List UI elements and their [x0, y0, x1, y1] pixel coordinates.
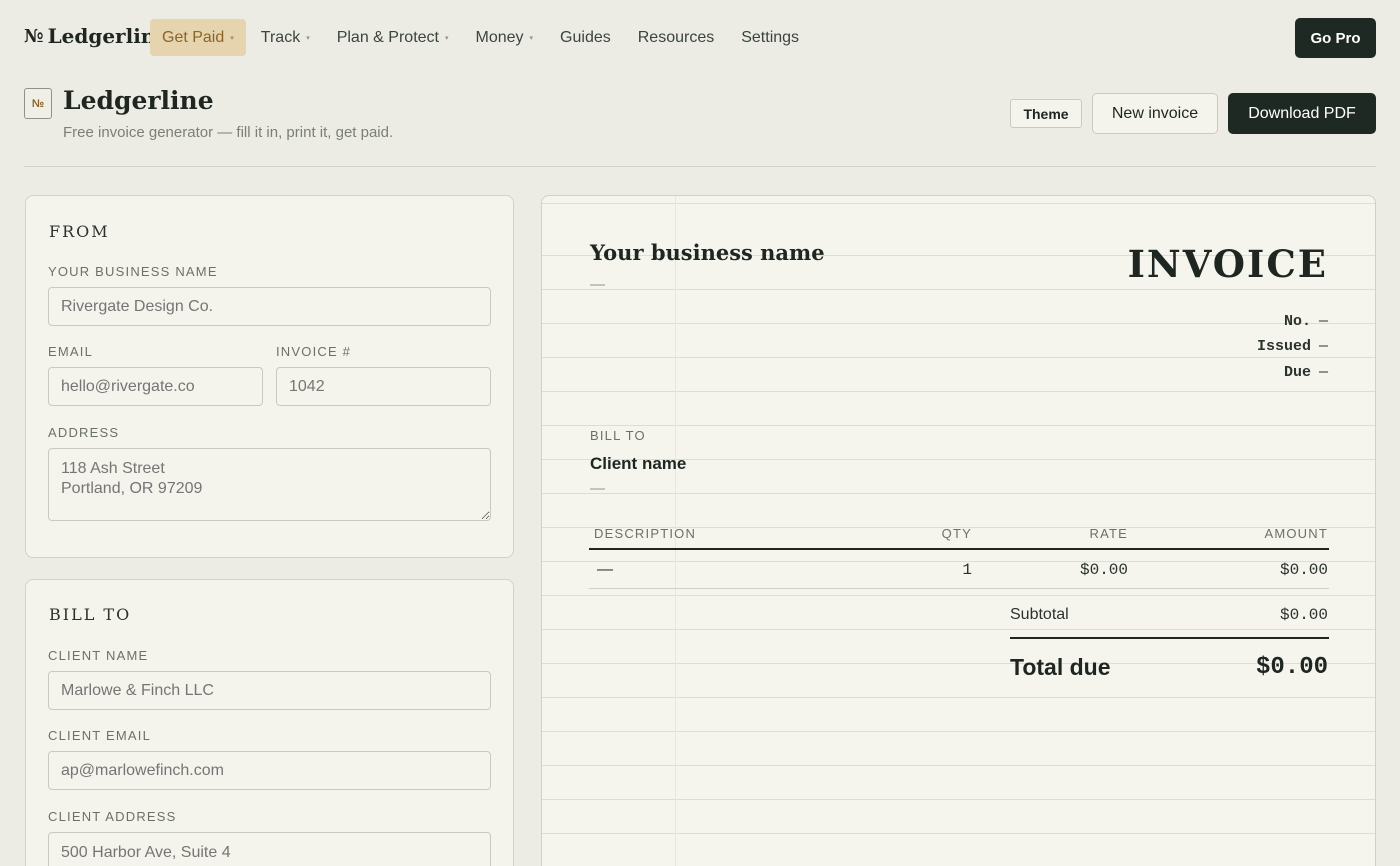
from-heading: FROM: [49, 222, 110, 241]
client-address-textarea[interactable]: [48, 832, 491, 866]
nav-item-label: Money: [475, 28, 524, 46]
caret-down-icon: ▾: [306, 34, 310, 42]
invoice-bill-to-label: BILL TO: [590, 428, 646, 443]
column-header-amount: AMOUNT: [1264, 526, 1328, 541]
client-name-label: CLIENT NAME: [48, 648, 149, 663]
business-name-label: YOUR BUSINESS NAME: [48, 264, 218, 279]
invoice-number-input[interactable]: [276, 367, 491, 406]
business-name-input[interactable]: [48, 287, 491, 326]
nav-item-label: Plan & Protect: [336, 28, 439, 46]
column-header-rate: RATE: [1089, 526, 1128, 541]
nav-item-money[interactable]: Money ▾: [464, 19, 546, 56]
address-textarea[interactable]: [48, 448, 491, 521]
page-subtitle: Free invoice generator — fill it in, pri…: [63, 124, 394, 141]
total-due-value: $0.00: [1255, 654, 1328, 681]
invoice-meta-number: No. —: [1284, 313, 1328, 330]
nav-item-label: Track: [260, 28, 301, 46]
invoice-client-name: Client name: [590, 454, 687, 473]
nav-item-label: Get Paid: [162, 28, 225, 46]
invoice-meta-due: Due —: [1284, 364, 1328, 381]
client-address-label: CLIENT ADDRESS: [48, 809, 177, 824]
brand-logo[interactable]: № Ledgerline: [24, 24, 168, 48]
client-email-label: CLIENT EMAIL: [48, 728, 152, 743]
top-nav: № Ledgerline Get Paid ▾ Track ▾ Plan & P…: [0, 0, 1400, 76]
invoice-preview: Your business name — INVOICE No. — Issued…: [541, 195, 1376, 866]
invoice-business-name: Your business name: [590, 240, 825, 265]
total-due-label: Total due: [1010, 654, 1111, 680]
nav-menu: Get Paid ▾ Track ▾ Plan & Protect ▾ Mone…: [150, 19, 814, 56]
line-item-rate: $0.00: [1079, 561, 1128, 579]
nav-item-plan-protect[interactable]: Plan & Protect ▾: [325, 19, 461, 56]
from-card: FROM YOUR BUSINESS NAME EMAIL INVOICE # …: [25, 195, 514, 558]
nav-item-label: Guides: [560, 28, 611, 46]
nav-item-track[interactable]: Track ▾: [249, 19, 322, 56]
new-invoice-button[interactable]: New invoice: [1092, 93, 1218, 134]
invoice-business-details: —: [590, 276, 605, 293]
line-item-amount: $0.00: [1279, 561, 1328, 579]
meta-label: No.: [1283, 313, 1311, 330]
subtotal-label: Subtotal: [1010, 606, 1069, 623]
line-item-qty: 1: [962, 561, 972, 579]
caret-down-icon: ▾: [230, 34, 234, 42]
header-divider: [24, 166, 1376, 167]
client-email-input[interactable]: [48, 751, 491, 790]
nav-item-label: Resources: [637, 28, 715, 46]
client-name-input[interactable]: [48, 671, 491, 710]
table-row-rule: [589, 588, 1329, 589]
nav-item-settings[interactable]: Settings: [729, 19, 811, 56]
bill-to-heading: BILL TO: [49, 605, 132, 624]
line-item-description: —: [597, 561, 613, 578]
meta-label: Due: [1283, 364, 1311, 381]
invoice-client-details: —: [590, 480, 605, 497]
numero-icon: №: [24, 25, 44, 47]
invoice-title: INVOICE: [1127, 242, 1328, 286]
table-header-rule: [589, 548, 1329, 550]
meta-value: —: [1318, 364, 1328, 381]
email-input[interactable]: [48, 367, 263, 406]
column-header-qty: QTY: [941, 526, 972, 541]
caret-down-icon: ▾: [529, 34, 534, 42]
invoice-number-label: INVOICE #: [276, 344, 352, 359]
caret-down-icon: ▾: [444, 34, 449, 42]
download-pdf-button[interactable]: Download PDF: [1228, 93, 1376, 134]
address-label: ADDRESS: [48, 425, 120, 440]
total-rule: [1010, 637, 1329, 639]
page-title: Ledgerline: [63, 86, 214, 115]
meta-label: Issued: [1256, 338, 1311, 355]
column-header-description: DESCRIPTION: [594, 526, 697, 541]
nav-item-resources[interactable]: Resources: [626, 19, 726, 56]
bill-to-card: BILL TO CLIENT NAME CLIENT EMAIL CLIENT …: [25, 579, 514, 866]
meta-value: —: [1318, 338, 1328, 355]
email-label: EMAIL: [48, 344, 94, 359]
nav-item-guides[interactable]: Guides: [548, 19, 623, 56]
invoice-meta-issued: Issued —: [1257, 338, 1328, 355]
nav-item-get-paid[interactable]: Get Paid ▾: [150, 19, 246, 56]
go-pro-button[interactable]: Go Pro: [1295, 18, 1376, 58]
theme-button[interactable]: Theme: [1010, 99, 1082, 128]
meta-value: —: [1318, 313, 1328, 330]
app-icon: №: [24, 88, 52, 119]
subtotal-value: $0.00: [1279, 606, 1328, 624]
nav-item-label: Settings: [741, 28, 800, 46]
